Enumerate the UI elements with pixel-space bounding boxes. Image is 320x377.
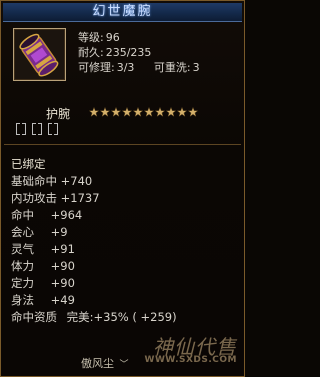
star-icon [177,107,187,117]
aptitude-bonus: ( +259) [132,310,177,324]
repairable-label: 可修理: [78,61,115,74]
item-tooltip: 幻世魔腕 等级: 96 耐久: 235/235 可修理: 3/3 可重洗: 3 护腕 [0,0,245,377]
level-value: 96 [105,31,120,44]
durability-row: 耐久: 235/235 [78,46,151,60]
rewash-value: 3 [192,61,200,74]
item-type: 护腕 [46,107,71,121]
durability-value: 235/235 [105,46,152,59]
star-icon [100,107,110,117]
attribute-row: 基础命中 +740 [11,174,93,188]
aptitude-row: 命中资质 完美:+35% ( +259) [11,309,239,326]
star-icon [122,107,132,117]
durability-label: 耐久: [78,46,104,59]
footer-bar: 傲风尘 ﹀ [81,356,171,372]
rewash-label: 可重洗: [153,61,191,74]
title-bar: 幻世魔腕 [3,3,242,22]
level-label: 等级: [78,31,104,44]
star-rating [89,107,198,119]
level-row: 等级: 96 [78,31,120,45]
star-icon [155,107,165,117]
chevron-down-icon: ﹀ [119,360,129,370]
star-icon [166,107,176,117]
star-icon [133,107,143,117]
aptitude-quality: 完美: [66,310,94,324]
repair-row: 可修理: 3/3 可重洗: 3 [78,61,200,75]
attribute-row: 会心 +9 [11,225,68,239]
star-icon [188,107,198,117]
attribute-row: 身法 +49 [11,293,75,307]
attribute-row: 灵气 +91 [11,242,75,256]
star-icon [144,107,154,117]
attribute-row: 定力 +90 [11,276,75,290]
socket-slot [16,123,26,135]
socket-slot [48,123,58,135]
attribute-list: 已绑定 基础命中 +740 内功攻击 +1737 命中 +964 会心 +9 灵… [11,156,239,326]
item-name: 幻世魔腕 [92,4,153,19]
star-icon [89,107,99,117]
attribute-row: 命中 +964 [11,208,83,222]
socket-slot [32,123,42,135]
repairable-value: 3/3 [116,61,135,74]
gem-sockets [16,123,58,135]
attribute-row: 内功攻击 +1737 [11,191,100,205]
attribute-row: 体力 +90 [11,259,75,273]
star-icon [111,107,121,117]
bracer-icon [13,28,66,81]
bound-status: 已绑定 [11,157,46,171]
aptitude-percent: +35% [93,310,129,324]
owner-name: 傲风尘 [81,357,114,370]
aptitude-name: 命中资质 [11,310,57,324]
divider [4,144,241,145]
